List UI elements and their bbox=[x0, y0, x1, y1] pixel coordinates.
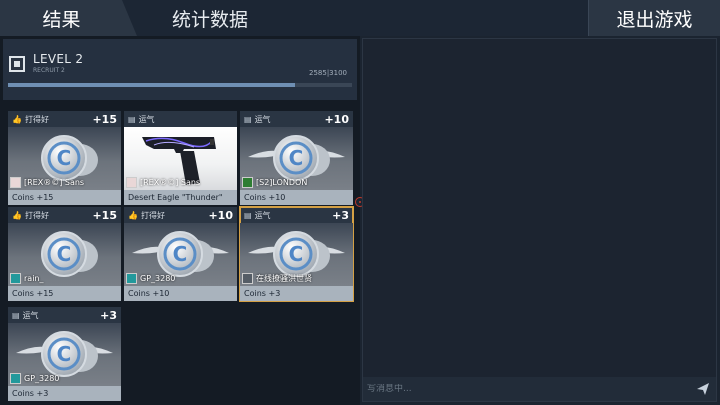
card-player: [REX®©] Sans bbox=[126, 177, 200, 188]
player-name: [S2]LONDON bbox=[256, 178, 308, 187]
result-card[interactable]: 👍 打得好 +15 C rain_ Coins +15 bbox=[8, 207, 121, 301]
luck-icon: ▤ bbox=[244, 210, 252, 220]
xp-progress-bar bbox=[8, 83, 352, 87]
card-type-label: 打得好 bbox=[140, 210, 165, 220]
card-image: C 在线撩骚洪世贤 bbox=[240, 223, 353, 286]
avatar bbox=[10, 273, 21, 284]
exit-game-button[interactable]: 退出游戏 bbox=[588, 0, 720, 36]
card-header: ▤ 运气 +3 bbox=[8, 307, 121, 323]
level-box: LEVEL 2 RECRUIT 2 2585|3100 bbox=[3, 39, 357, 100]
card-type-label: 运气 bbox=[254, 210, 271, 220]
tab-stats[interactable]: 统计数据 bbox=[140, 0, 280, 36]
chat-message-input[interactable] bbox=[367, 384, 690, 394]
level-subtitle: RECRUIT 2 bbox=[33, 67, 65, 74]
card-header: 👍 打得好 +15 bbox=[8, 111, 121, 127]
avatar bbox=[242, 177, 253, 188]
luck-icon: ▤ bbox=[12, 310, 20, 320]
svg-text:C: C bbox=[289, 146, 304, 170]
result-card[interactable]: 👍 打得好 +15 C [REX®©] Sans Coins +15 bbox=[8, 111, 121, 205]
avatar bbox=[242, 273, 253, 284]
thumbs-up-icon: 👍 bbox=[128, 210, 138, 220]
results-panel: LEVEL 2 RECRUIT 2 2585|3100 👍 打得好 +15 C … bbox=[0, 36, 360, 405]
card-type-label: 打得好 bbox=[24, 114, 49, 124]
result-card[interactable]: ▤ 运气 +3 C GP_3280 Coins +3 bbox=[8, 307, 121, 401]
luck-icon: ▤ bbox=[244, 114, 252, 124]
player-name: rain_ bbox=[24, 274, 44, 283]
card-type-label: 运气 bbox=[138, 114, 155, 124]
card-reward: Coins +15 bbox=[8, 190, 121, 205]
avatar bbox=[126, 273, 137, 284]
svg-text:C: C bbox=[57, 242, 72, 266]
thumbs-up-icon: 👍 bbox=[12, 114, 22, 124]
card-points: +10 bbox=[324, 112, 349, 126]
result-card[interactable]: 👍 打得好 +10 C GP_3280 Coins +10 bbox=[124, 207, 237, 301]
card-player: [REX®©] Sans bbox=[10, 177, 84, 188]
card-player: rain_ bbox=[10, 273, 43, 284]
card-header: ▤ 运气 bbox=[124, 111, 237, 127]
card-header: 👍 打得好 +10 bbox=[124, 207, 237, 223]
player-name: [REX®©] Sans bbox=[140, 178, 201, 187]
card-reward: Coins +10 bbox=[240, 190, 353, 205]
svg-text:C: C bbox=[57, 342, 72, 366]
card-points: +15 bbox=[92, 208, 117, 222]
card-header: 👍 打得好 +15 bbox=[8, 207, 121, 223]
rank-icon bbox=[9, 56, 25, 72]
top-bar: 结果 统计数据 退出游戏 bbox=[0, 0, 720, 36]
thumbs-up-icon: 👍 bbox=[12, 210, 22, 220]
svg-text:C: C bbox=[57, 146, 72, 170]
card-player: 在线撩骚洪世贤 bbox=[242, 273, 312, 284]
luck-icon: ▤ bbox=[128, 114, 136, 124]
card-image: C [S2]LONDON bbox=[240, 127, 353, 190]
card-type-label: 运气 bbox=[22, 310, 39, 320]
card-points: +3 bbox=[332, 208, 349, 222]
avatar bbox=[10, 373, 21, 384]
card-image: [REX®©] Sans bbox=[124, 127, 237, 190]
svg-text:C: C bbox=[173, 242, 188, 266]
chat-input-bar bbox=[363, 377, 716, 401]
svg-text:C: C bbox=[289, 242, 304, 266]
card-reward: Coins +10 bbox=[124, 286, 237, 301]
card-image: C [REX®©] Sans bbox=[8, 127, 121, 190]
card-points: +3 bbox=[100, 308, 117, 322]
chat-panel bbox=[362, 38, 717, 402]
card-reward: Coins +3 bbox=[240, 286, 353, 301]
card-header: ▤ 运气 +10 bbox=[240, 111, 353, 127]
xp-progress-fill bbox=[8, 83, 295, 87]
xp-text: 2585|3100 bbox=[309, 69, 347, 77]
player-name: [REX®©] Sans bbox=[24, 178, 85, 187]
player-name: GP_3280 bbox=[24, 374, 60, 383]
result-card[interactable]: ▤ 运气 +10 C [S2]LONDON Coins +10 bbox=[240, 111, 353, 205]
card-image: C GP_3280 bbox=[8, 323, 121, 386]
card-reward: Desert Eagle "Thunder" bbox=[124, 190, 237, 205]
card-player: GP_3280 bbox=[126, 273, 175, 284]
card-reward: Coins +15 bbox=[8, 286, 121, 301]
tab-results[interactable]: 结果 bbox=[0, 0, 137, 36]
card-player: [S2]LONDON bbox=[242, 177, 307, 188]
avatar bbox=[126, 177, 137, 188]
card-image: C GP_3280 bbox=[124, 223, 237, 286]
card-type-label: 打得好 bbox=[24, 210, 49, 220]
card-points: +10 bbox=[208, 208, 233, 222]
result-card[interactable]: ▤ 运气 +3 C 在线撩骚洪世贤 Coins +3 bbox=[239, 206, 354, 302]
result-card[interactable]: ▤ 运气 [REX®©] Sans Desert Eagle "Thunder" bbox=[124, 111, 237, 205]
card-reward: Coins +3 bbox=[8, 386, 121, 401]
player-name: 在线撩骚洪世贤 bbox=[256, 274, 312, 283]
card-points: +15 bbox=[92, 112, 117, 126]
level-title: LEVEL 2 bbox=[33, 52, 84, 66]
send-icon[interactable] bbox=[690, 377, 716, 401]
card-type-label: 运气 bbox=[254, 114, 271, 124]
card-image: C rain_ bbox=[8, 223, 121, 286]
avatar bbox=[10, 177, 21, 188]
player-name: GP_3280 bbox=[140, 274, 176, 283]
card-header: ▤ 运气 +3 bbox=[240, 207, 353, 223]
card-player: GP_3280 bbox=[10, 373, 59, 384]
